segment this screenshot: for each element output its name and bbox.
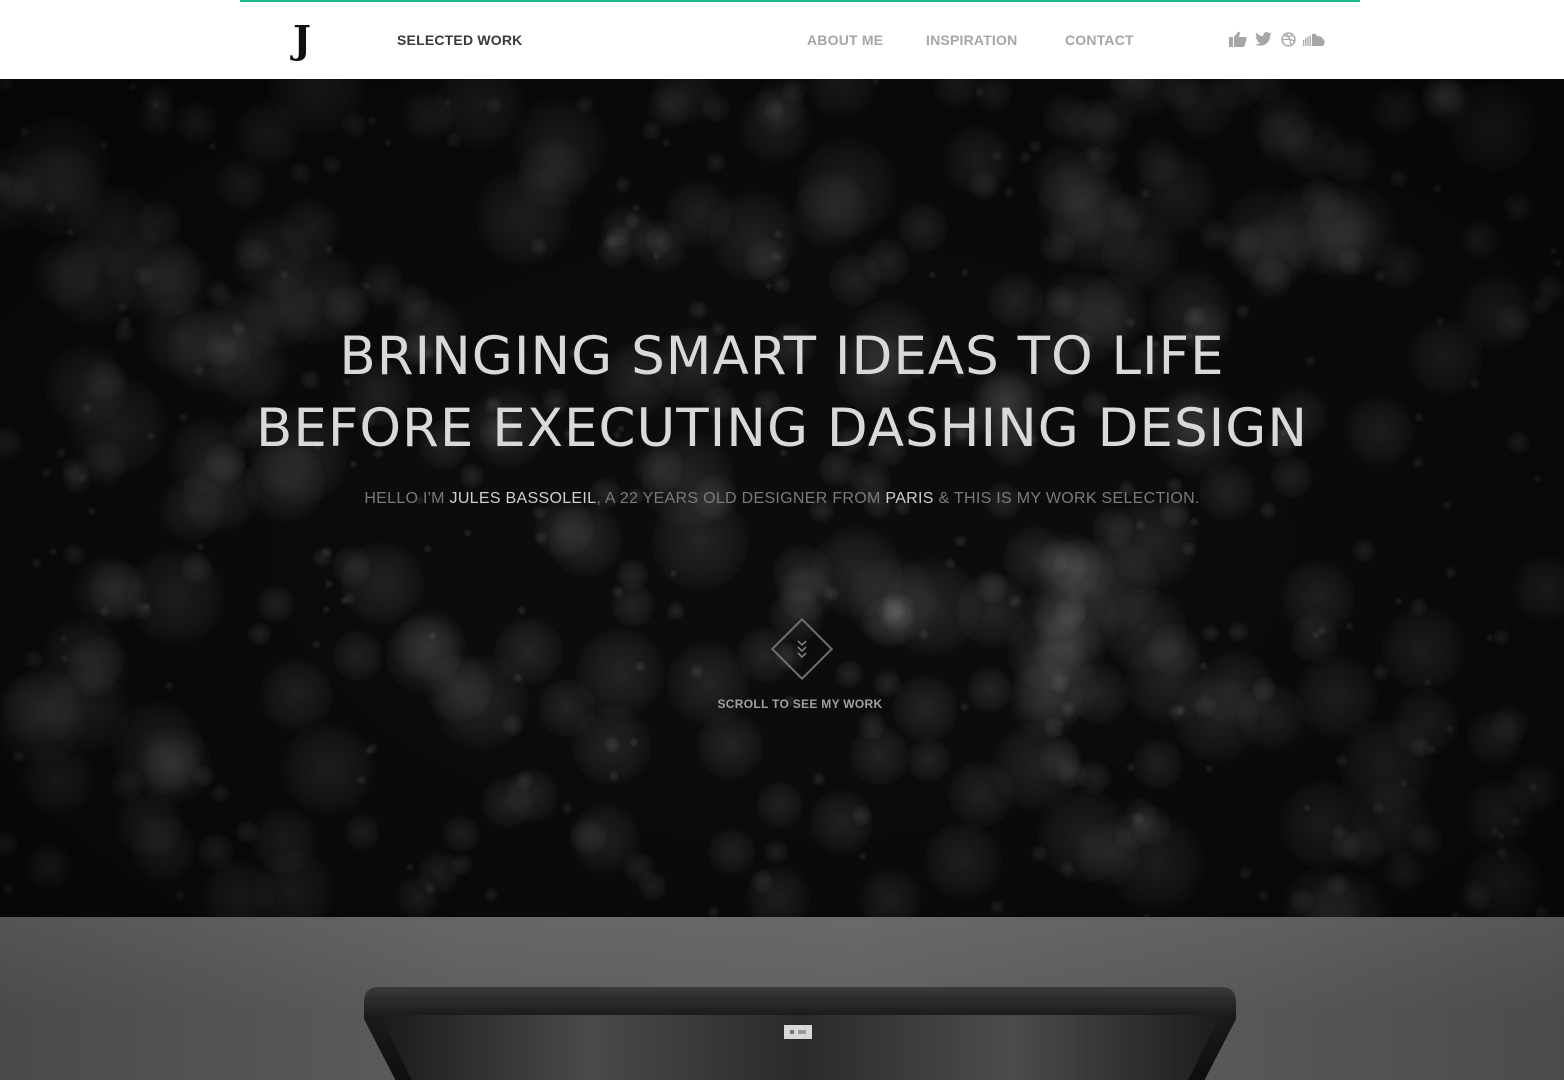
soundcloud-icon[interactable] — [1303, 30, 1325, 48]
intro-suffix: & THIS IS MY WORK SELECTION. — [933, 490, 1200, 507]
header-accent-bar — [240, 0, 1360, 2]
dribbble-icon[interactable] — [1279, 30, 1297, 48]
hero-headline-line-1: BRINGING SMART IDEAS TO LIFE — [339, 326, 1225, 387]
scroll-label[interactable]: SCROLL TO SEE MY WORK — [0, 697, 1564, 711]
nav-contact[interactable]: CONTACT — [1065, 32, 1134, 48]
nav-inspiration[interactable]: INSPIRATION — [926, 32, 1017, 48]
nav-about-me[interactable]: ABOUT ME — [807, 32, 883, 48]
intro-middle: , A 22 YEARS OLD DESIGNER FROM — [596, 490, 886, 507]
logo[interactable]: J — [293, 20, 311, 60]
like-icon[interactable] — [1229, 30, 1247, 48]
nav-selected-work[interactable]: SELECTED WORK — [397, 32, 523, 48]
intro-city: PARIS — [885, 490, 934, 507]
device-mockup-image[interactable] — [360, 985, 1240, 1080]
hero-headline-line-2: BEFORE EXECUTING DASHING DESIGN — [256, 398, 1308, 459]
site-header: J SELECTED WORK ABOUT ME INSPIRATION CON… — [0, 0, 1564, 79]
work-preview-section — [0, 917, 1564, 1080]
intro-prefix: HELLO I'M — [364, 490, 450, 507]
intro-name: JULES BASSOLEIL — [449, 490, 597, 507]
hero-section: BRINGING SMART IDEAS TO LIFE BEFORE EXEC… — [0, 79, 1564, 917]
twitter-icon[interactable] — [1254, 30, 1272, 48]
hero-intro: HELLO I'M JULES BASSOLEIL, A 22 YEARS OL… — [0, 490, 1564, 508]
